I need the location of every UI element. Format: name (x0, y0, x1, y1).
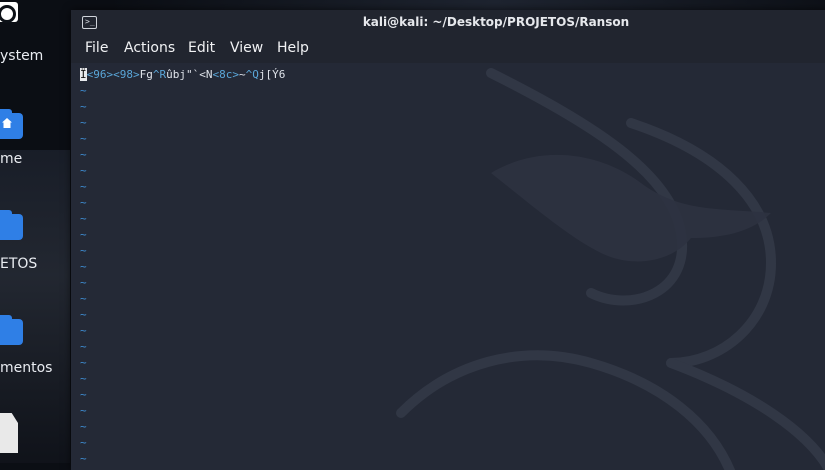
empty-line-tilde: ~ (80, 164, 87, 177)
empty-line-tilde: ~ (80, 308, 87, 321)
empty-line-tilde: ~ (80, 116, 87, 129)
desktop-icon-label: mentos (0, 360, 53, 376)
desktop-icon-system[interactable]: ystem (0, 0, 70, 70)
control-char: <98> (113, 68, 140, 81)
title-bar[interactable]: >_ kali@kali: ~/Desktop/PROJETOS/Ranson (71, 10, 825, 36)
vim-buffer: Ï<96><98>Fg^Rûbj"`<N<8c>~^Qj[Ý6 ~ ~ ~ ~ ~ ~ ~ ~… (80, 67, 285, 470)
control-char: ^Q (245, 68, 259, 81)
folder-icon (0, 210, 23, 240)
empty-line-tilde: ~ (80, 372, 87, 385)
menu-edit[interactable]: Edit (188, 40, 215, 56)
folder-icon (0, 315, 23, 345)
empty-line-tilde: ~ (80, 292, 87, 305)
empty-line-tilde: ~ (80, 452, 87, 465)
menu-view[interactable]: View (230, 40, 263, 56)
menu-bar: File Actions Edit View Help (71, 38, 825, 62)
menu-file[interactable]: File (85, 40, 108, 56)
empty-line-tilde: ~ (80, 244, 87, 257)
terminal-content[interactable]: Ï<96><98>Fg^Rûbj"`<N<8c>~^Qj[Ý6 ~ ~ ~ ~ ~ ~ ~ ~… (71, 63, 825, 470)
empty-line-tilde: ~ (80, 148, 87, 161)
empty-line-tilde: ~ (80, 324, 87, 337)
desktop-icon-label: me (0, 151, 23, 167)
desktop-icon-label: ystem (0, 48, 44, 64)
window-title: kali@kali: ~/Desktop/PROJETOS/Ranson (362, 15, 630, 29)
desktop-icon-documentos[interactable]: mentos (0, 315, 70, 385)
empty-line-tilde: ~ (80, 196, 87, 209)
control-char: <8c> (212, 68, 240, 81)
control-char: <96> (86, 68, 114, 81)
empty-line-tilde: ~ (80, 356, 87, 369)
home-folder-icon (0, 109, 23, 139)
empty-line-tilde: ~ (80, 212, 87, 225)
terminal-window: >_ kali@kali: ~/Desktop/PROJETOS/Ranson … (71, 10, 825, 470)
desktop-icon-home[interactable]: me (0, 105, 70, 175)
binary-text: j[Ý6 (258, 68, 286, 81)
system-icon (0, 2, 18, 23)
empty-line-tilde: ~ (80, 180, 87, 193)
binary-text: <N (199, 68, 213, 81)
menu-actions[interactable]: Actions (124, 40, 175, 56)
menu-help[interactable]: Help (277, 40, 309, 56)
terminal-icon: >_ (82, 16, 97, 29)
empty-line-tilde: ~ (80, 84, 87, 97)
empty-line-tilde: ~ (80, 228, 87, 241)
file-icon[interactable] (0, 413, 18, 453)
empty-line-tilde: ~ (80, 340, 87, 353)
empty-line-tilde: ~ (80, 100, 87, 113)
empty-line-tilde: ~ (80, 132, 87, 145)
empty-line-tilde: ~ (80, 436, 87, 449)
empty-line-tilde: ~ (80, 420, 87, 433)
binary-text: Fg (139, 68, 153, 81)
desktop-icon-label: ETOS (0, 256, 38, 272)
empty-line-tilde: ~ (80, 276, 87, 289)
empty-line-tilde: ~ (80, 404, 87, 417)
control-char: ^R (152, 68, 167, 81)
text-cursor: Ï (80, 68, 87, 81)
binary-text: ûbj"` (166, 68, 200, 81)
empty-line-tilde: ~ (80, 260, 87, 273)
desktop-icon-projetos[interactable]: ETOS (0, 210, 70, 280)
binary-text: ~ (239, 68, 246, 81)
buffer-line: Ï<96><98>Fg^Rûbj"`<N<8c>~^Qj[Ý6 (80, 67, 285, 83)
empty-line-tilde: ~ (80, 388, 87, 401)
